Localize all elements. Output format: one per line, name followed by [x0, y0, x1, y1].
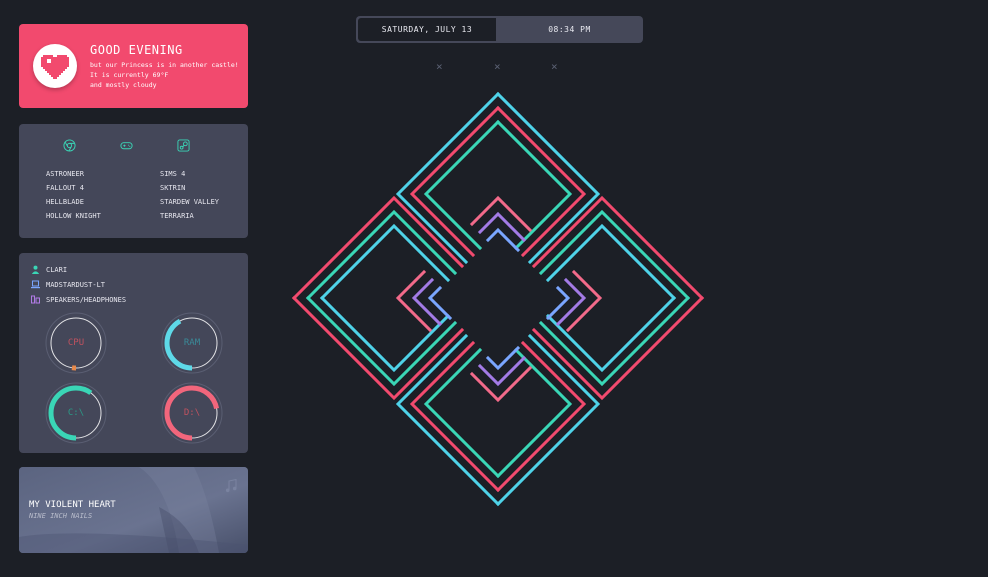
- game-link[interactable]: STARDEW VALLEY: [160, 198, 219, 206]
- greeting-card: GOOD EVENING but our Princess is in anot…: [19, 24, 248, 108]
- album-art-background: [19, 467, 248, 553]
- audio-device: SPEAKERS/HEADPHONES: [46, 295, 127, 304]
- date-display: SATURDAY, JULY 13: [358, 18, 496, 41]
- game-link[interactable]: SKTRIN: [160, 184, 185, 192]
- user-row: CLARI: [31, 264, 67, 275]
- host-name: MADSTARDUST-LT: [46, 280, 106, 289]
- music-note-icon: [225, 479, 237, 493]
- user-icon: [31, 265, 40, 274]
- song-title: MY VIOLENT HEART: [29, 500, 116, 510]
- greeting-line-2: It is currently 69°F: [90, 71, 169, 79]
- games-card: ASTRONEER FALLOUT 4 HELLBLADE HOLLOW KNI…: [19, 124, 248, 238]
- usage-gauge: CPU: [44, 311, 108, 375]
- game-link[interactable]: HELLBLADE: [46, 198, 84, 206]
- game-link[interactable]: HOLLOW KNIGHT: [46, 212, 101, 220]
- game-link[interactable]: SIMS 4: [160, 170, 185, 178]
- host-row: MADSTARDUST-LT: [31, 279, 105, 290]
- system-card: CLARI MADSTARDUST-LT SPEAKERS/HEADPHONES…: [19, 253, 248, 453]
- datetime-bar: SATURDAY, JULY 13 08:34 PM: [356, 16, 643, 43]
- time-display: 08:34 PM: [548, 25, 591, 34]
- laptop-icon: [31, 280, 40, 289]
- game-link[interactable]: FALLOUT 4: [46, 184, 84, 192]
- usage-gauge: D:\: [160, 381, 224, 445]
- greeting-line-1: but our Princess is in another castle!: [90, 61, 239, 69]
- game-link[interactable]: TERRARIA: [160, 212, 194, 220]
- pixel-heart-icon: [41, 55, 69, 79]
- greeting-line-3: and mostly cloudy: [90, 81, 157, 89]
- steam-icon[interactable]: [177, 139, 190, 152]
- gauge-label: D:\: [183, 408, 201, 418]
- user-name: CLARI: [46, 265, 68, 274]
- gauge-label: CPU: [67, 338, 85, 348]
- gamepad-icon[interactable]: [120, 139, 133, 152]
- audio-row: SPEAKERS/HEADPHONES: [31, 294, 126, 305]
- gauge-label: C:\: [67, 408, 85, 418]
- chrome-icon[interactable]: [63, 139, 76, 152]
- greeting-title: GOOD EVENING: [90, 43, 183, 57]
- speaker-icon: [31, 295, 40, 304]
- avatar: [33, 44, 77, 88]
- now-playing-card[interactable]: MY VIOLENT HEART NINE INCH NAILS: [19, 467, 248, 553]
- artist-name: NINE INCH NAILS: [29, 512, 93, 520]
- decor-x-mark: ×: [436, 60, 443, 73]
- celtic-knot-graphic: [291, 91, 705, 507]
- decor-x-mark: ×: [551, 60, 558, 73]
- decor-x-mark: ×: [494, 60, 501, 73]
- gauge-label: RAM: [183, 338, 201, 348]
- usage-gauge: RAM: [160, 311, 224, 375]
- usage-gauge: C:\: [44, 381, 108, 445]
- game-link[interactable]: ASTRONEER: [46, 170, 84, 178]
